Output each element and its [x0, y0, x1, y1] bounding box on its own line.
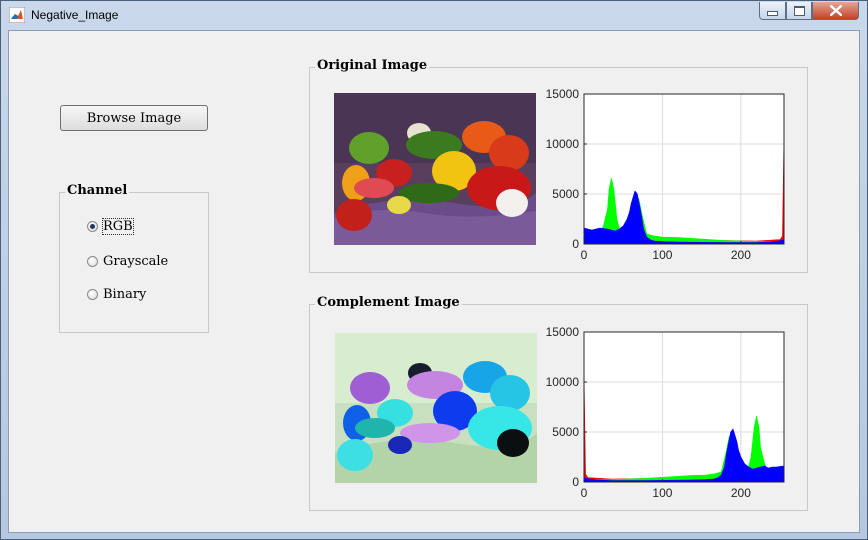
- close-icon: [829, 5, 842, 16]
- radio-grayscale[interactable]: Grayscale: [87, 254, 168, 269]
- x-tick-label: 100: [652, 248, 672, 261]
- x-tick-label: 100: [652, 486, 672, 499]
- radio-label: RGB: [102, 218, 134, 235]
- matlab-logo-icon: [8, 6, 26, 24]
- maximize-button[interactable]: [786, 2, 812, 20]
- channel-panel: Channel RGB Grayscale Binary: [59, 183, 209, 333]
- y-tick-label: 15000: [546, 325, 580, 339]
- radio-indicator[interactable]: [87, 256, 98, 267]
- y-tick-label: 0: [572, 475, 579, 489]
- x-tick-label: 0: [581, 486, 588, 499]
- channel-panel-title: Channel: [65, 183, 130, 198]
- y-tick-label: 15000: [546, 87, 580, 101]
- x-tick-label: 200: [731, 486, 751, 499]
- y-tick-label: 0: [572, 237, 579, 251]
- radio-rgb[interactable]: RGB: [87, 218, 134, 235]
- radio-label: Binary: [103, 287, 147, 302]
- y-tick-label: 5000: [552, 425, 579, 439]
- y-tick-label: 5000: [552, 187, 579, 201]
- app-window: Negative_Image Browse Image Channel RGB …: [0, 0, 868, 540]
- x-tick-label: 0: [581, 248, 588, 261]
- complement-image-title: Complement Image: [315, 295, 462, 310]
- radio-indicator[interactable]: [87, 221, 98, 232]
- minimize-button[interactable]: [759, 2, 786, 20]
- minimize-icon: [767, 11, 778, 16]
- radio-label: Grayscale: [103, 254, 169, 269]
- window-title: Negative_Image: [31, 8, 119, 22]
- y-tick-label: 10000: [546, 137, 580, 151]
- complement-image: [335, 333, 537, 483]
- figure-area: Browse Image Channel RGB Grayscale Binar…: [8, 30, 860, 533]
- browse-image-button[interactable]: Browse Image: [60, 105, 208, 131]
- original-image: [334, 93, 536, 245]
- radio-indicator[interactable]: [87, 289, 98, 300]
- radio-binary[interactable]: Binary: [87, 287, 146, 302]
- original-histogram-chart: 0 100 200 0 5000 10000 15000: [546, 87, 785, 261]
- original-image-title: Original Image: [315, 58, 430, 73]
- complement-histogram-chart: 0 100 200 0 5000 10000 15000: [546, 325, 785, 499]
- x-tick-label: 200: [731, 248, 751, 261]
- maximize-icon: [793, 5, 805, 16]
- close-button[interactable]: [812, 2, 859, 20]
- y-tick-label: 10000: [546, 375, 580, 389]
- title-bar[interactable]: Negative_Image: [1, 1, 867, 29]
